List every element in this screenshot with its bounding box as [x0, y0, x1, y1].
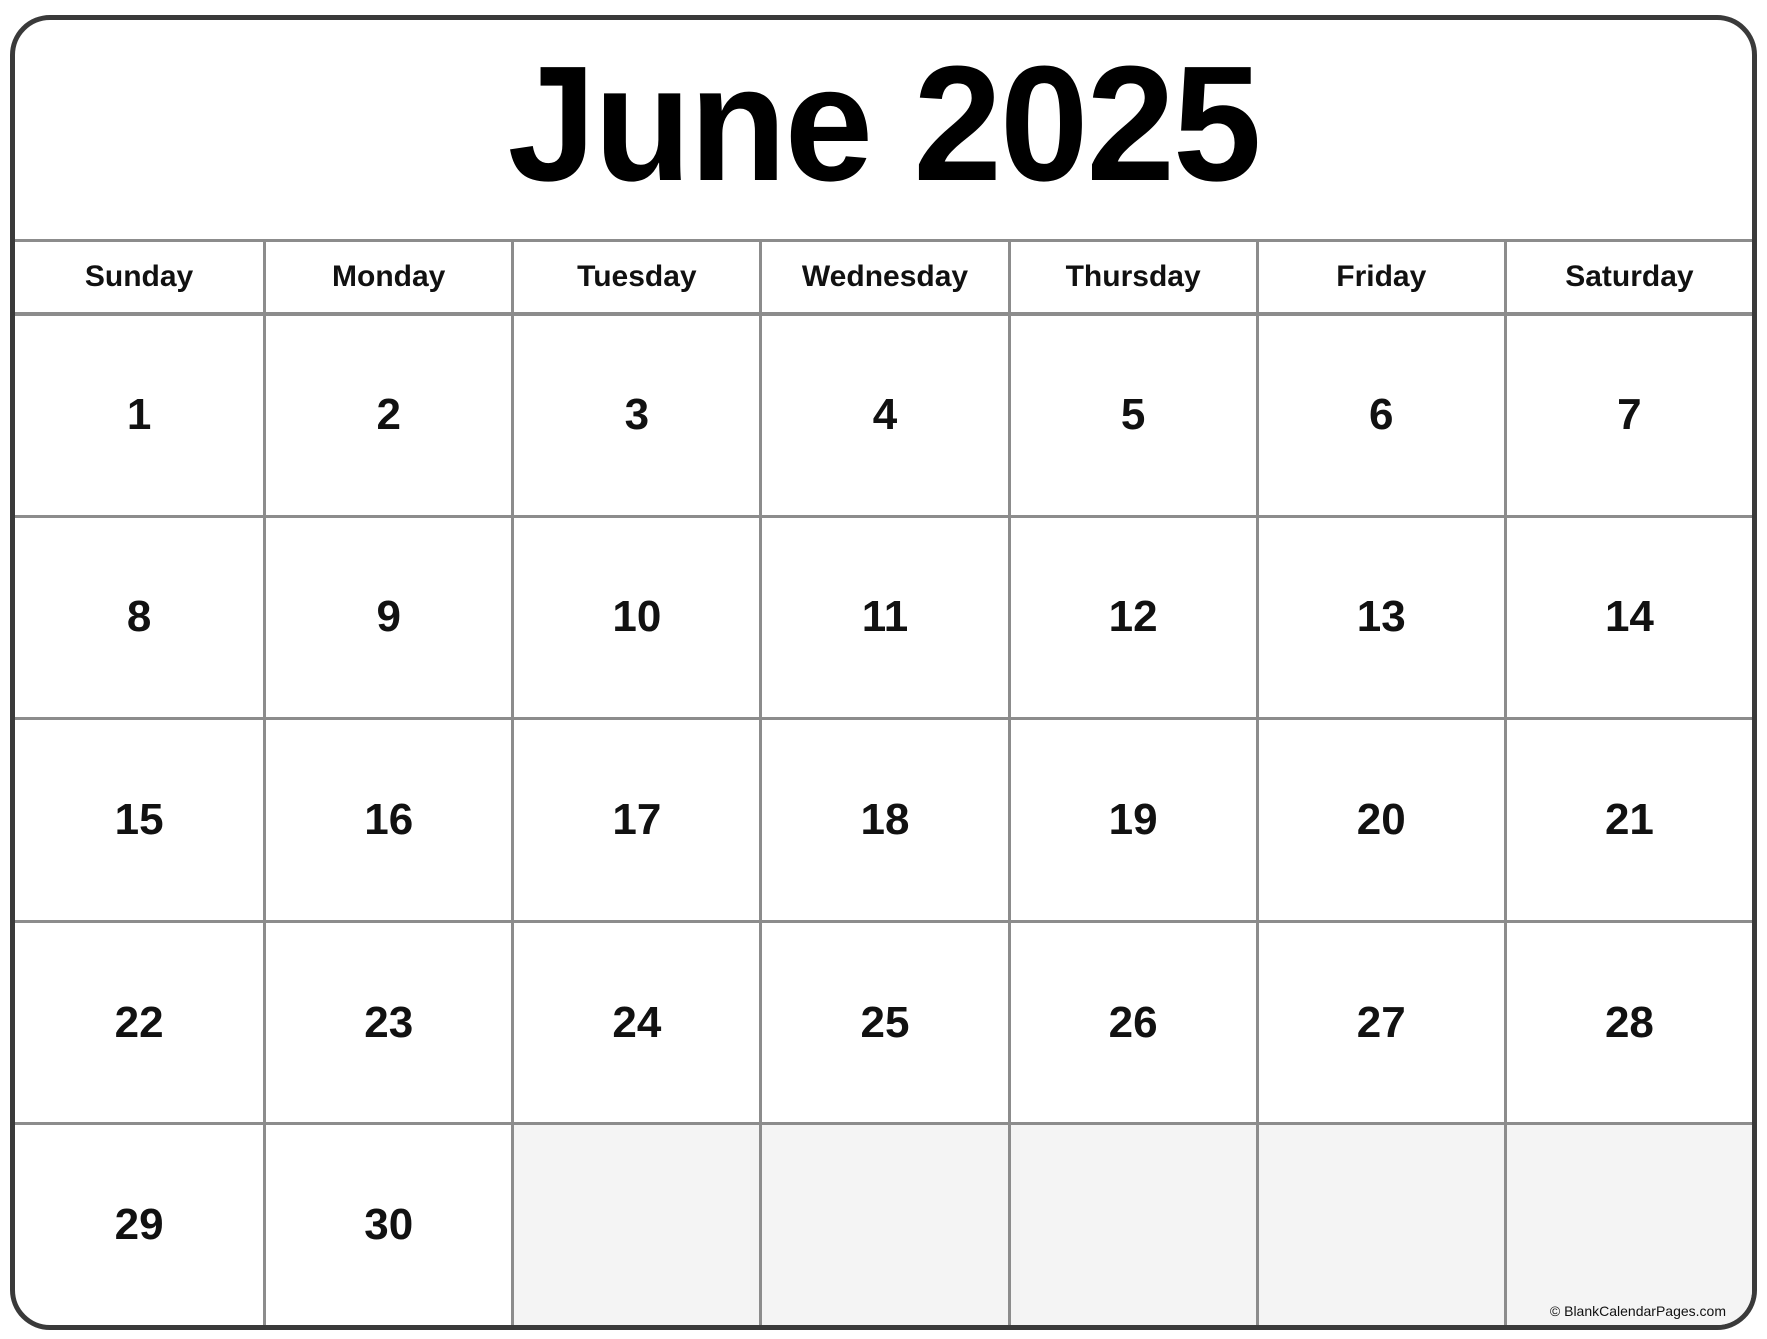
day-cell: 29 — [15, 1122, 264, 1325]
day-cell: 9 — [263, 514, 512, 718]
weekday-header-sunday: Sunday — [15, 239, 264, 312]
day-cell: 20 — [1255, 717, 1504, 920]
day-cell: 21 — [1503, 717, 1752, 920]
day-cell: 27 — [1255, 919, 1504, 1123]
day-cell: 11 — [759, 514, 1008, 718]
day-cell: 10 — [511, 514, 760, 718]
day-cell: 13 — [1255, 514, 1504, 718]
day-cell: 4 — [759, 312, 1008, 515]
day-cell: 22 — [15, 919, 264, 1123]
title-area: June 2025 — [15, 20, 1752, 239]
day-cell: 6 — [1255, 312, 1504, 515]
weekday-header-monday: Monday — [263, 239, 512, 312]
empty-day-cell: © BlankCalendarPages.com — [1503, 1122, 1752, 1325]
day-cell: 15 — [15, 717, 264, 920]
day-cell: 2 — [263, 312, 512, 515]
day-cell: 8 — [15, 514, 264, 718]
day-cell: 24 — [511, 919, 760, 1123]
weekday-header-wednesday: Wednesday — [759, 239, 1008, 312]
day-cell: 17 — [511, 717, 760, 920]
calendar-title: June 2025 — [507, 31, 1262, 215]
empty-day-cell — [1007, 1122, 1256, 1325]
empty-day-cell — [759, 1122, 1008, 1325]
empty-day-cell — [1255, 1122, 1504, 1325]
day-cell: 23 — [263, 919, 512, 1123]
day-cell: 1 — [15, 312, 264, 515]
calendar-grid: Sunday Monday Tuesday Wednesday Thursday… — [15, 239, 1752, 1325]
day-cell: 25 — [759, 919, 1008, 1123]
weekday-header-thursday: Thursday — [1007, 239, 1256, 312]
day-cell: 14 — [1503, 514, 1752, 718]
weekday-header-saturday: Saturday — [1503, 239, 1752, 312]
day-cell: 28 — [1503, 919, 1752, 1123]
day-cell: 26 — [1007, 919, 1256, 1123]
weekday-header-friday: Friday — [1255, 239, 1504, 312]
day-cell: 3 — [511, 312, 760, 515]
copyright-credit: © BlankCalendarPages.com — [1549, 1303, 1726, 1319]
day-cell: 7 — [1503, 312, 1752, 515]
calendar-frame: June 2025 Sunday Monday Tuesday Wednesda… — [10, 15, 1757, 1330]
empty-day-cell — [511, 1122, 760, 1325]
day-cell: 5 — [1007, 312, 1256, 515]
weekday-header-tuesday: Tuesday — [511, 239, 760, 312]
day-cell: 12 — [1007, 514, 1256, 718]
day-cell: 19 — [1007, 717, 1256, 920]
day-cell: 16 — [263, 717, 512, 920]
day-cell: 18 — [759, 717, 1008, 920]
day-cell: 30 — [263, 1122, 512, 1325]
